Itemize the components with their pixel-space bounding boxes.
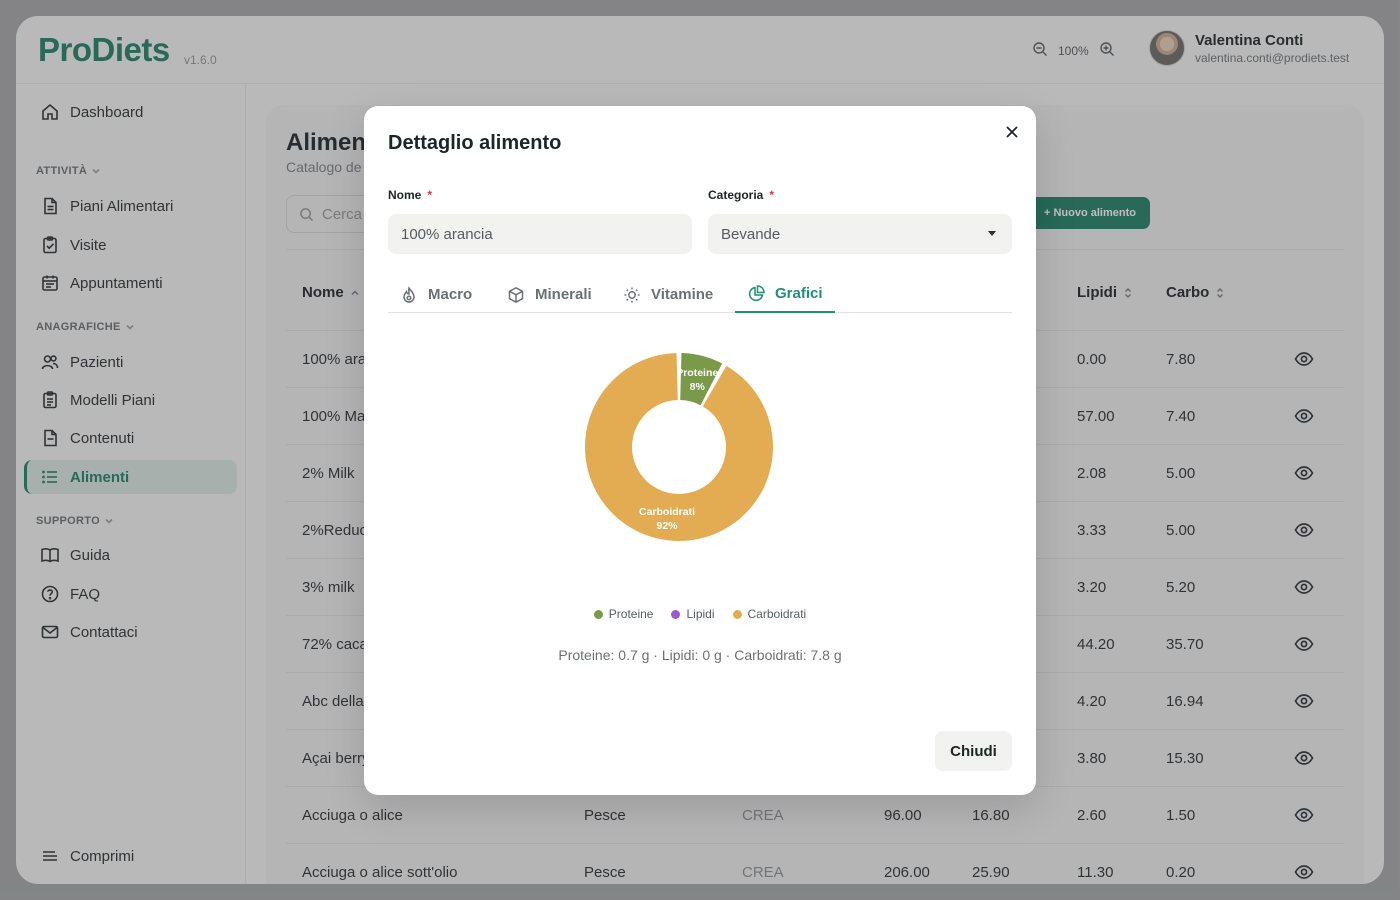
categoria-select[interactable]: Bevande xyxy=(708,214,1012,254)
tab-label: Minerali xyxy=(535,286,592,303)
label-text: Nome xyxy=(388,188,422,202)
chart-legend: Proteine Lipidi Carboidrati xyxy=(364,607,1036,621)
legend-item-lipidi[interactable]: Lipidi xyxy=(671,607,715,621)
modal-tabs: Macro Minerali Vitamine Grafici xyxy=(388,276,1012,313)
legend-swatch xyxy=(593,609,603,619)
sun-icon xyxy=(624,287,640,302)
tab-label: Macro xyxy=(428,286,473,303)
legend-item-proteine[interactable]: Proteine xyxy=(593,607,654,621)
tab-minerali[interactable]: Minerali xyxy=(495,276,604,313)
close-button[interactable]: Chiudi xyxy=(935,731,1012,771)
categoria-label: Categoria * xyxy=(708,188,774,202)
required-mark: * xyxy=(769,188,775,202)
pie-chart-icon xyxy=(748,284,765,301)
tab-label: Grafici xyxy=(775,285,823,302)
legend-item-carboidrati[interactable]: Carboidrati xyxy=(732,607,807,621)
macro-donut-chart: Proteine 8%Carboidrati 92% xyxy=(585,353,773,541)
legend-swatch xyxy=(732,609,742,619)
nome-value: 100% arancia xyxy=(401,225,493,243)
tab-label: Vitamine xyxy=(651,286,714,303)
required-mark: * xyxy=(427,188,433,202)
legend-swatch xyxy=(671,609,681,619)
nome-field[interactable]: 100% arancia xyxy=(388,214,692,254)
food-detail-modal: Dettaglio alimento Nome * 100% arancia Ca… xyxy=(364,106,1036,795)
caret-down-icon xyxy=(988,231,996,236)
tab-grafici[interactable]: Grafici xyxy=(735,276,835,313)
close-icon[interactable] xyxy=(1002,122,1022,142)
modal-title: Dettaglio alimento xyxy=(388,132,562,154)
tab-vitamine[interactable]: Vitamine xyxy=(611,276,725,313)
flame-icon xyxy=(403,285,415,303)
cube-icon xyxy=(508,286,524,303)
tab-macro[interactable]: Macro xyxy=(388,276,484,313)
label-text: Categoria xyxy=(708,188,764,202)
legend-label: Carboidrati xyxy=(747,607,807,621)
categoria-value: Bevande xyxy=(721,225,781,243)
legend-label: Lipidi xyxy=(686,607,715,621)
nome-label: Nome * xyxy=(388,188,432,202)
legend-label: Proteine xyxy=(608,607,654,621)
macro-summary: Proteine: 0.7 g · Lipidi: 0 g · Carboidr… xyxy=(558,647,842,663)
